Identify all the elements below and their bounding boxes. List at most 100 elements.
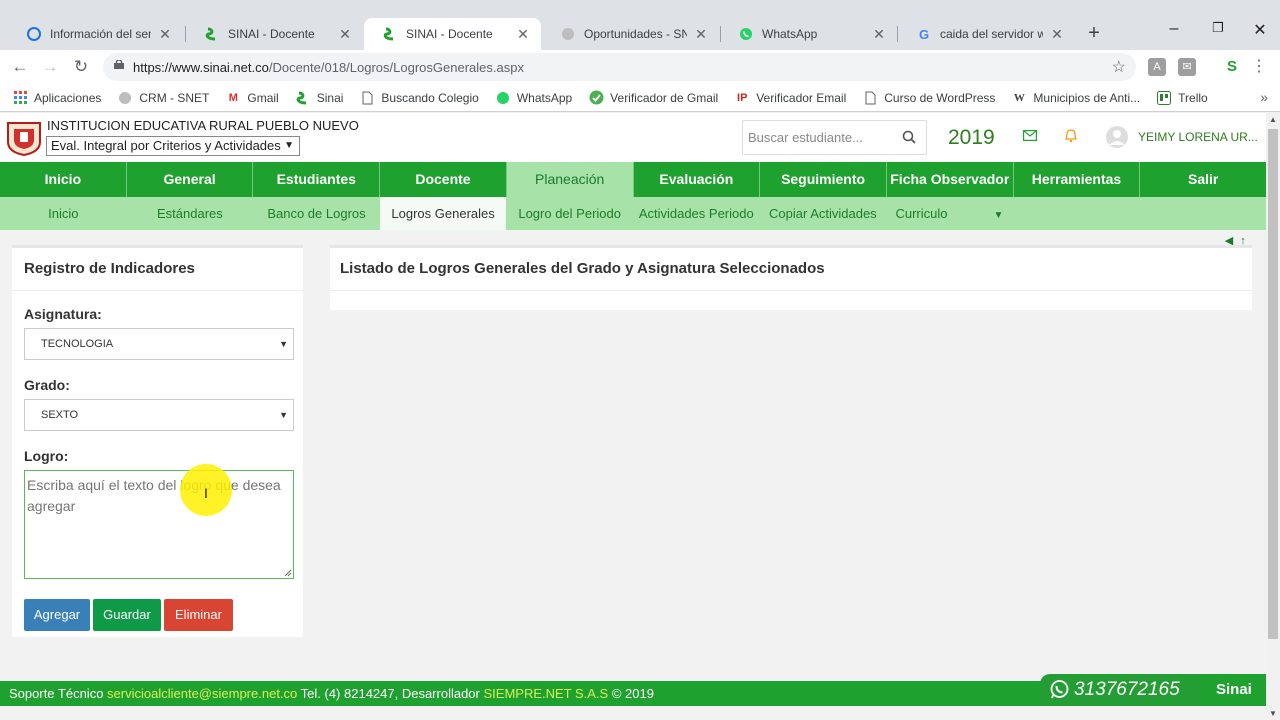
browser-tab-3-active[interactable]: SINAI - Docente ✕ [364,18,541,50]
google-icon: G [918,26,930,42]
chevron-more-icon[interactable]: » [1260,89,1268,105]
page-icon [862,90,878,106]
search-icon[interactable] [902,130,916,144]
student-search-input[interactable]: Buscar estudiante... [742,120,927,155]
nav-evaluacion[interactable]: Evaluación [634,162,761,197]
subnav-logro-periodo[interactable]: Logro del Periodo [506,197,633,230]
close-icon[interactable]: ✕ [693,26,709,43]
nav-ficha-observador[interactable]: Ficha Observador [887,162,1014,197]
bookmark-label: WhatsApp [516,90,573,105]
close-icon[interactable]: ✕ [1049,26,1065,43]
scroll-down-icon[interactable]: ▼ [1266,709,1280,718]
subnav-logros-generales[interactable]: Logros Generales [379,197,507,230]
dropdown-caret-icon: ▼ [279,410,288,420]
bookmark-gmail[interactable]: M Gmail [225,90,279,106]
footer-copyright: © 2019 [608,686,654,701]
agregar-button[interactable]: Agregar [24,599,90,631]
bell-icon[interactable] [1064,128,1078,143]
logro-label: Logro: [24,448,69,464]
page-scrollbar[interactable]: ▲ ▼ [1266,113,1280,720]
bookmark-verificador-gmail[interactable]: Verificador de Gmail [588,90,718,106]
eliminar-button[interactable]: Eliminar [164,599,233,631]
sinai-extension-icon[interactable]: S [1223,58,1241,76]
bookmark-sinai[interactable]: Sinai [295,90,343,106]
tab-title: Información del semina [50,27,151,41]
logro-textarea[interactable] [24,470,294,579]
nav-general[interactable]: General [127,162,254,197]
bookmark-aplicaciones[interactable]: Aplicaciones [12,90,101,106]
close-icon[interactable]: ✕ [515,26,531,43]
inbox-extension-icon[interactable]: ✉ [1178,58,1196,76]
close-icon[interactable]: ✕ [337,26,353,43]
scrollbar-thumb[interactable] [1268,129,1278,639]
bookmark-curso-wordpress[interactable]: Curso de WordPress [862,90,995,106]
check-icon [588,90,604,106]
divider [330,290,1252,291]
bookmark-municipios[interactable]: W Municipios de Anti... [1011,90,1140,106]
bookmark-verificador-email[interactable]: IP Verificador Email [734,90,846,106]
back-arrow-icon[interactable]: ← [8,56,32,78]
support-email-link[interactable]: servicioalcliente@siempre.net.co [107,686,297,701]
bookmark-label: Municipios de Anti... [1033,90,1141,105]
browser-tab-2[interactable]: SINAI - Docente ✕ [186,18,363,50]
guardar-button[interactable]: Guardar [93,599,161,631]
subnav-banco-logros[interactable]: Banco de Logros [253,197,380,230]
avatar-icon [1106,126,1128,148]
grado-select[interactable]: SEXTO ▼ [24,399,294,431]
subnav-inicio[interactable]: Inicio [0,197,127,230]
nav-docente[interactable]: Docente [380,162,507,197]
scroll-up-icon[interactable]: ▲ [1266,115,1280,124]
footer-phone: Tel. (4) 8214247, Desarrollador [297,686,484,701]
dropdown-caret-icon: ▼ [279,339,288,349]
browser-tab-1[interactable]: Información del semina ✕ [8,18,183,50]
bookmarks-bar: Aplicaciones CRM - SNET M Gmail Sinai Bus… [0,84,1280,112]
page-icon [359,90,375,106]
nav-planeacion[interactable]: Planeación [506,162,634,197]
window-close-icon[interactable]: ✕ [1238,20,1280,40]
developer-link[interactable]: SIEMPRE.NET S.A.S [483,686,608,701]
whatsapp-badge[interactable]: 3137672165 [1040,674,1200,705]
nav-herramientas[interactable]: Herramientas [1014,162,1141,197]
eval-mode-select[interactable]: Eval. Integral por Criterios y Actividad… [46,136,300,156]
forward-arrow-icon[interactable]: → [38,56,62,78]
close-icon[interactable]: ✕ [157,26,173,43]
school-crest-logo [7,122,41,156]
tab-title: SINAI - Docente [228,27,315,41]
ibeam-cursor-icon: I [204,485,208,501]
browser-tab-5[interactable]: WhatsApp ✕ [720,18,897,50]
mail-icon[interactable] [1023,130,1037,141]
gmail-icon: M [228,91,238,104]
browser-tab-4[interactable]: Oportunidades - SNET ✕ [542,18,719,50]
user-menu[interactable]: YEIMY LORENA UR... [1105,125,1258,149]
subnav-curriculo[interactable]: Curriculo ▼ [886,197,1013,230]
new-tab-plus-icon[interactable]: + [1083,22,1105,44]
url-domain: https://www.sinai.net.co [133,60,269,75]
browser-tab-6[interactable]: G caida del servidor what ✕ [898,18,1075,50]
snet-icon [117,90,133,106]
close-icon[interactable]: ✕ [871,26,887,43]
subnav-estandares[interactable]: Estándares [127,197,254,230]
nav-seguimiento[interactable]: Seguimiento [760,162,887,197]
whatsapp-icon [1050,680,1069,699]
bookmark-crm-snet[interactable]: CRM - SNET [117,90,209,106]
subnav-actividades-periodo[interactable]: Actividades Periodo [633,197,760,230]
dropdown-caret-icon: ▼ [284,140,294,151]
address-bar[interactable]: https://www.sinai.net.co/Docente/018/Log… [103,53,1136,81]
nav-estudiantes[interactable]: Estudiantes [253,162,381,197]
reload-icon[interactable]: ↻ [69,56,93,78]
bookmark-trello[interactable]: Trello [1156,90,1208,106]
bookmark-whatsapp[interactable]: WhatsApp [495,90,572,106]
subnav-copiar-actividades[interactable]: Copiar Actividades [760,197,887,230]
minimize-icon[interactable]: – [1152,20,1196,38]
restore-icon[interactable]: ❐ [1196,20,1240,36]
resize-grip-icon[interactable] [284,569,292,577]
nav-inicio[interactable]: Inicio [0,162,127,197]
bookmark-buscando-colegio[interactable]: Buscando Colegio [359,90,479,106]
listado-panel: Listado de Logros Generales del Grado y … [330,245,1252,310]
bookmark-star-icon[interactable]: ☆ [1112,57,1126,77]
nav-salir[interactable]: Salir [1140,162,1266,197]
whatsapp-icon [495,90,511,106]
pdf-extension-icon[interactable]: A [1148,58,1166,76]
kebab-menu-icon[interactable]: ⋮ [1250,58,1268,76]
asignatura-select[interactable]: TECNOLOGIA ▼ [24,328,294,360]
